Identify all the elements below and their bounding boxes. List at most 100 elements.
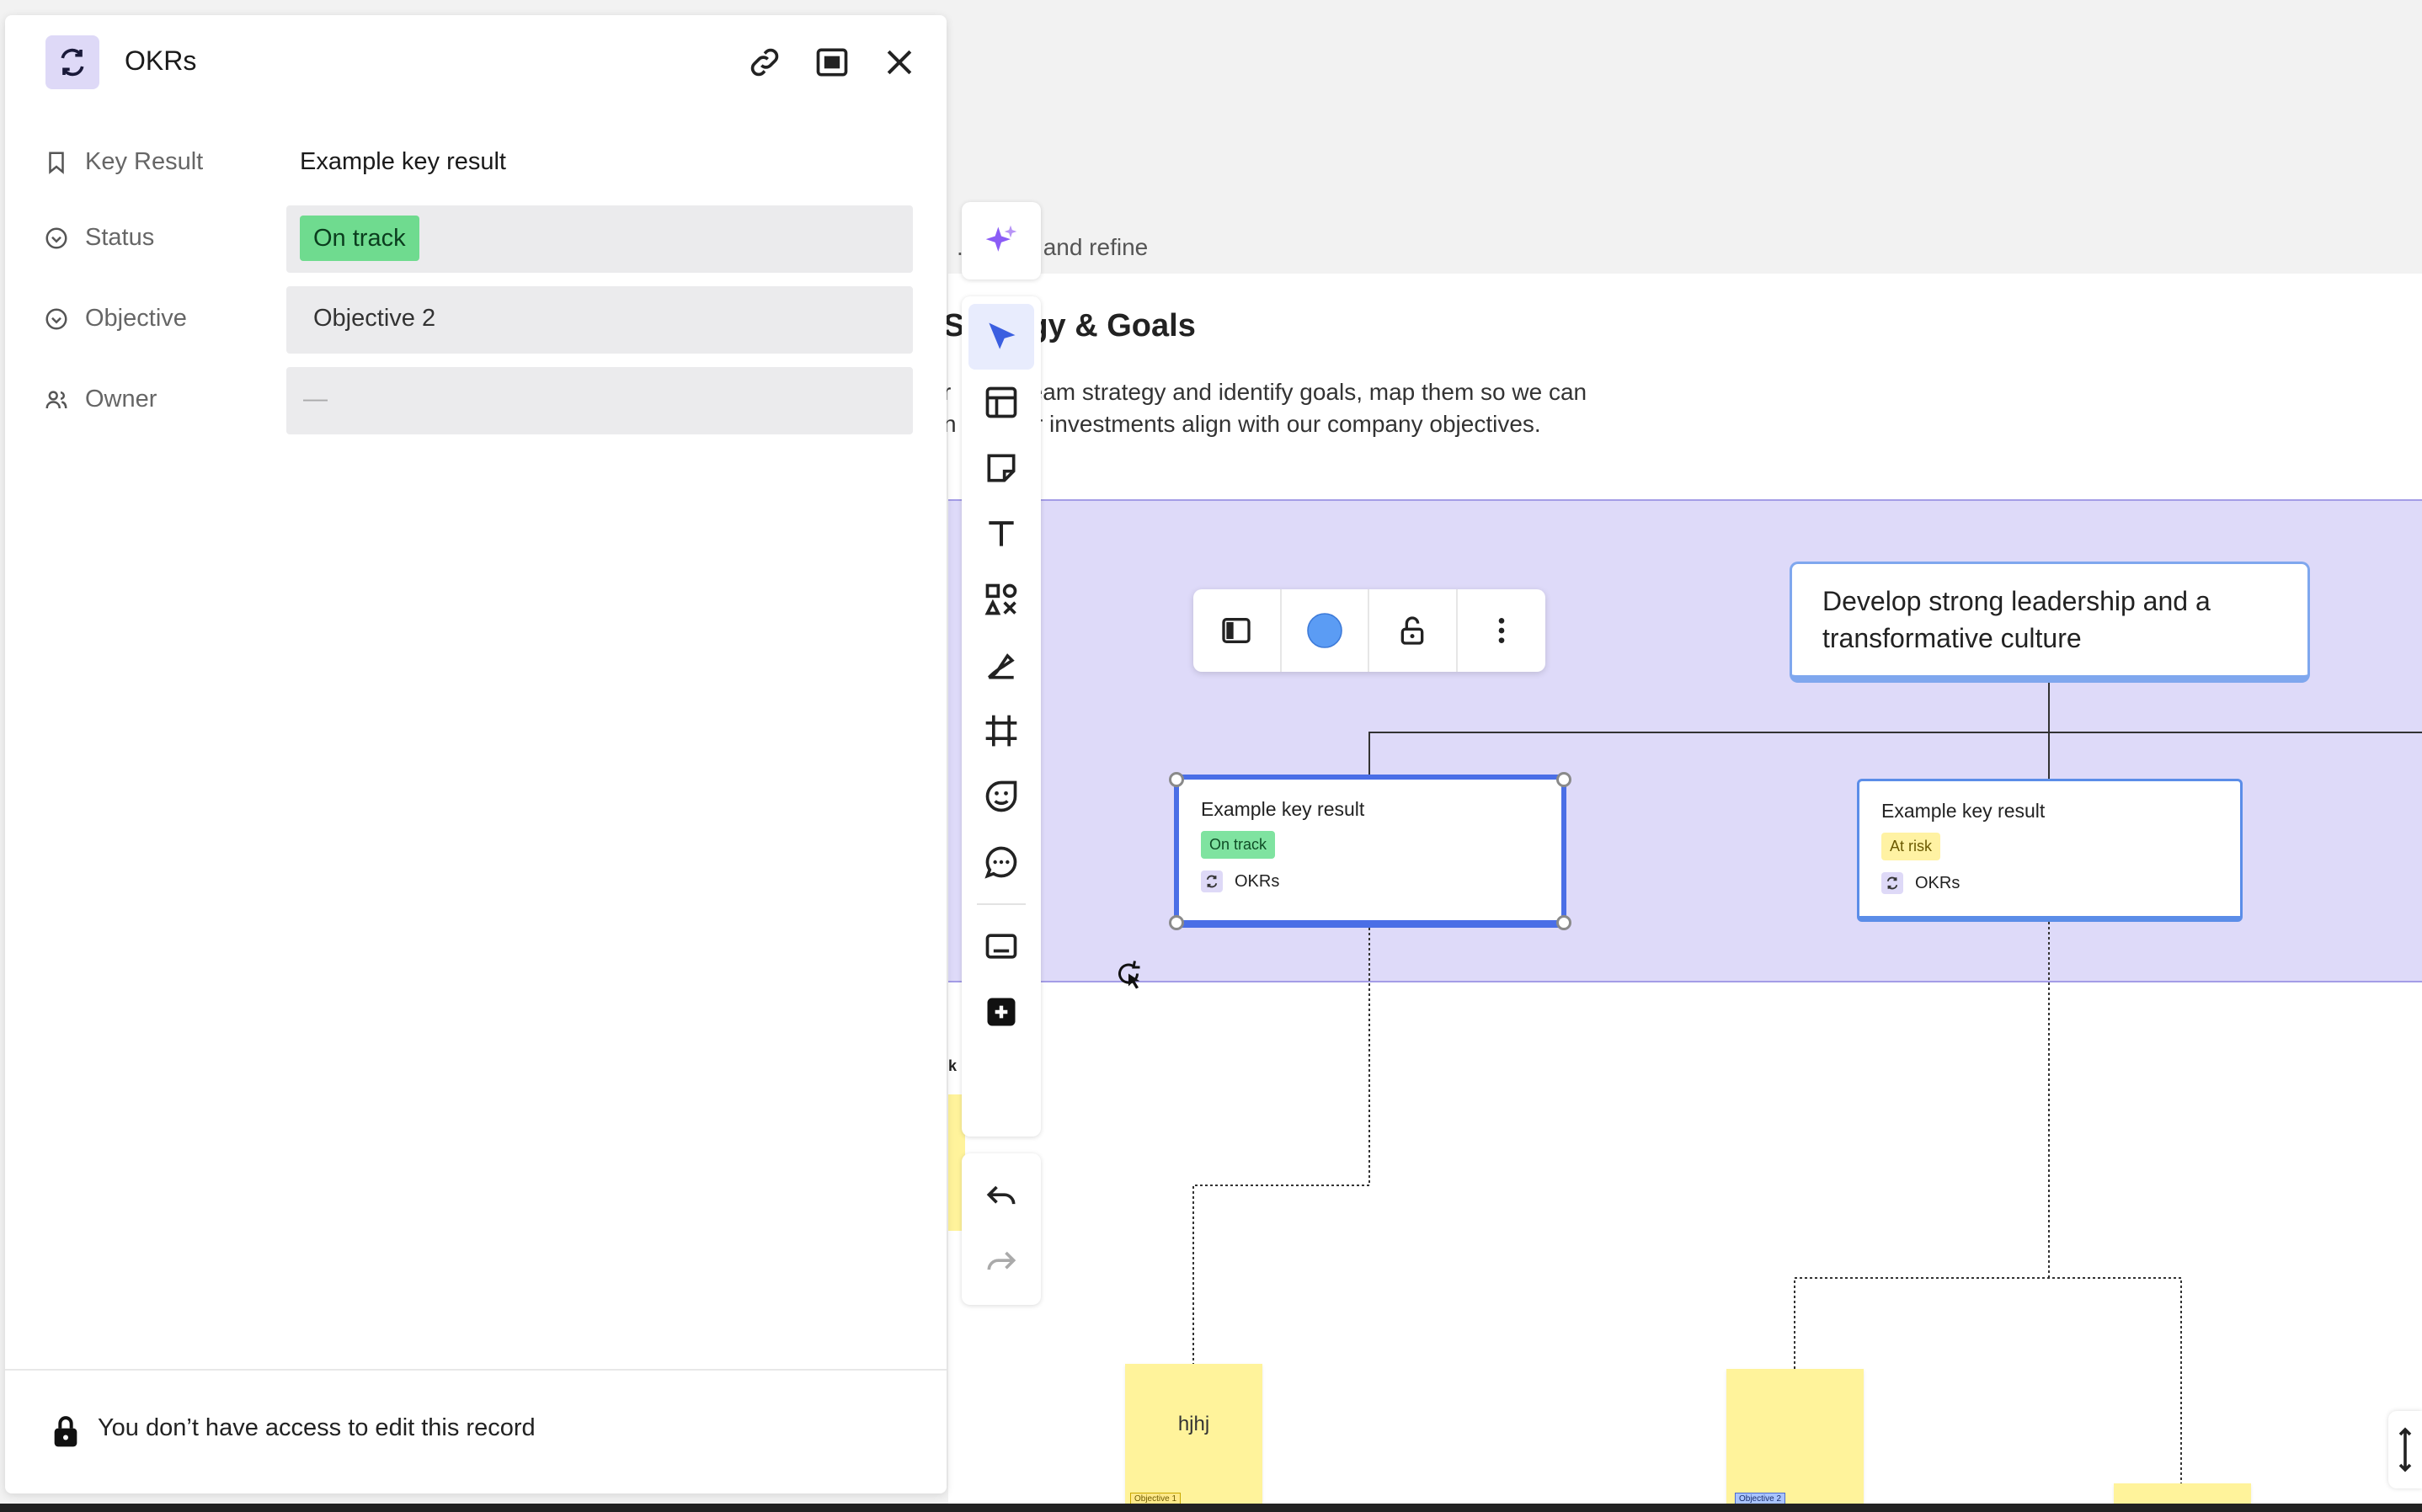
chevron-circle-icon	[45, 308, 67, 330]
sticky-note[interactable]: hjhj Objective 1	[1125, 1364, 1262, 1512]
partial-text: k	[948, 1057, 958, 1074]
field-label: Owner	[85, 386, 157, 413]
status-select[interactable]: On track	[286, 205, 913, 273]
owner-value: —	[303, 386, 328, 413]
copy-link-button[interactable]	[741, 39, 788, 86]
shapes-icon	[984, 583, 1017, 615]
close-icon	[887, 50, 912, 75]
bookmark-icon	[49, 152, 64, 174]
ai-tool-group	[962, 202, 1041, 280]
key-result-card-selected[interactable]: Example key result On track OKRs	[1174, 775, 1566, 928]
toolbar-divider	[977, 903, 1026, 905]
plus-square-icon	[987, 998, 1016, 1026]
bottom-edge	[0, 1504, 2422, 1512]
status-badge: At risk	[1881, 833, 1941, 860]
select-tool[interactable]	[968, 304, 1034, 370]
no-edit-access-message: You don’t have access to edit this recor…	[98, 1414, 536, 1441]
objective-select[interactable]: Objective 2	[286, 286, 913, 354]
key-result-source: OKRs	[1881, 872, 2218, 894]
expand-icon	[816, 48, 848, 77]
okr-app-icon	[45, 35, 99, 89]
sparkle-icon	[985, 225, 1017, 252]
sticky-note-text: hjhj	[1177, 1413, 1210, 1435]
shapes-tool[interactable]	[968, 567, 1034, 632]
panel-title: OKRs	[125, 45, 197, 76]
more-apps-tool[interactable]	[968, 979, 1034, 1045]
sidebar-layout-icon	[1222, 618, 1251, 643]
status-pill: On track	[300, 216, 419, 261]
sticky-note[interactable]: Objective 2	[1726, 1369, 1864, 1512]
field-status: Status On track	[5, 202, 947, 273]
link-icon	[750, 48, 779, 77]
comment-tool[interactable]	[968, 829, 1034, 895]
connector-dotted	[1192, 928, 1370, 1364]
field-objective: Objective Objective 2	[5, 283, 947, 354]
layout-icon	[985, 386, 1017, 418]
chevron-circle-icon	[45, 227, 67, 249]
resize-handle-bottom-left[interactable]	[1169, 915, 1184, 930]
panel-header: OKRs	[5, 15, 947, 108]
resize-handle-top-left[interactable]	[1169, 772, 1184, 787]
pen-tool[interactable]	[968, 632, 1034, 698]
objective-value: Objective 2	[313, 305, 436, 332]
key-result-source-label: OKRs	[1235, 871, 1280, 891]
lock-button[interactable]	[1369, 589, 1458, 672]
resize-vertical-icon	[2398, 1427, 2412, 1472]
owner-select[interactable]: —	[286, 367, 913, 434]
panel-resize-handle[interactable]	[2388, 1411, 2422, 1488]
objective-card-text: Develop strong leadership and a transfor…	[1822, 586, 2211, 653]
key-result-value: Example key result	[300, 148, 506, 175]
object-context-toolbar	[1193, 589, 1545, 672]
text-icon	[989, 521, 1014, 546]
more-vertical-icon	[1498, 618, 1505, 643]
unlock-icon	[1400, 616, 1424, 645]
comment-icon	[984, 846, 1017, 879]
connector-solid	[1368, 683, 2422, 779]
rotate-cursor-icon	[1113, 958, 1144, 996]
field-label: Objective	[85, 305, 187, 332]
sticker-tool[interactable]	[968, 764, 1034, 829]
key-result-title: Example key result	[1881, 800, 2046, 822]
embed-tool[interactable]	[968, 913, 1034, 979]
record-detail-panel: OKRs Key Result Example key result Statu…	[5, 15, 947, 1493]
redo-icon	[987, 1251, 1016, 1270]
redo-button[interactable]	[968, 1229, 1034, 1295]
pen-icon	[988, 653, 1015, 679]
field-label: Status	[85, 224, 155, 251]
resize-handle-top-right[interactable]	[1556, 772, 1571, 787]
text-tool[interactable]	[968, 501, 1034, 567]
undo-button[interactable]	[968, 1163, 1034, 1229]
key-result-source-label: OKRs	[1915, 873, 1961, 892]
templates-tool[interactable]	[968, 370, 1034, 435]
history-toolbar	[962, 1153, 1041, 1305]
sticky-note-icon	[987, 454, 1016, 482]
okr-app-icon	[1201, 870, 1223, 892]
objective-card[interactable]: Develop strong leadership and a transfor…	[1790, 562, 2310, 683]
color-swatch-icon	[1306, 613, 1342, 648]
key-result-title: Example key result	[1201, 798, 1365, 820]
okr-app-icon	[1881, 872, 1903, 894]
color-picker-button[interactable]	[1282, 589, 1370, 672]
expand-panel-button[interactable]	[808, 39, 856, 86]
key-result-source: OKRs	[1201, 870, 1539, 892]
ai-assist-button[interactable]	[968, 208, 1034, 274]
people-icon	[45, 391, 67, 409]
more-options-button[interactable]	[1458, 589, 1545, 672]
cursor-arrow-icon	[989, 322, 1016, 349]
lock-icon	[54, 1416, 77, 1447]
sticker-icon	[985, 780, 1017, 812]
resize-handle-bottom-right[interactable]	[1556, 915, 1571, 930]
key-result-card[interactable]: Example key result At risk OKRs	[1857, 779, 2243, 922]
field-key-result: Key Result Example key result	[5, 126, 947, 194]
close-panel-button[interactable]	[876, 39, 923, 86]
frame-tool[interactable]	[968, 698, 1034, 764]
panel-footer: You don’t have access to edit this recor…	[5, 1369, 947, 1495]
field-owner: Owner —	[5, 364, 947, 434]
card-style-button[interactable]	[1193, 589, 1282, 672]
frame-icon	[985, 715, 1017, 747]
sticky-note-tool[interactable]	[968, 435, 1034, 501]
status-badge: On track	[1201, 831, 1276, 859]
card-icon	[985, 934, 1017, 959]
undo-icon	[986, 1185, 1016, 1205]
creation-toolbar	[962, 296, 1041, 1137]
